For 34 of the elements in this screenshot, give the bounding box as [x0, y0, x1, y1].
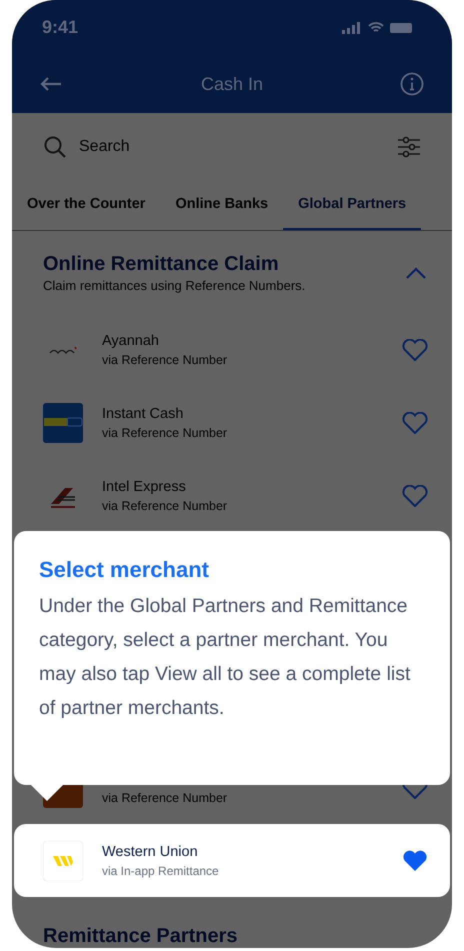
merchant-card[interactable]: Western Union via In-app Remittance [14, 824, 450, 897]
merchant-name: Ayannah [102, 332, 160, 350]
search-input[interactable]: Search [79, 135, 386, 159]
wifi-icon [368, 22, 384, 34]
section-title: Remittance Partners [43, 925, 238, 947]
merchant-method: via In-app Remittance [102, 862, 220, 880]
search-icon [43, 135, 67, 159]
merchant-name: Instant Cash [102, 404, 184, 424]
merchant-name: Intel Express [102, 478, 187, 496]
logo-icon [43, 402, 83, 442]
tooltip-text: Under the Global Partners and Remittance category, select a partner merchant. You may also tap View all to see a complete list of partner merchants. [39, 594, 412, 721]
merchant-method: via Reference Number [102, 352, 228, 368]
tab[interactable]: Over the Counter [12, 181, 160, 230]
logo-icon [43, 840, 83, 880]
merchant-method: via Reference Number [102, 424, 228, 442]
info-icon[interactable] [400, 72, 424, 96]
chevron-icon[interactable] [406, 267, 426, 279]
filter-icon[interactable] [398, 136, 420, 158]
logo-icon [49, 346, 77, 354]
merchant-row[interactable]: Ayannah via Reference Number [12, 313, 452, 386]
merchant-row[interactable]: Intel Express via Reference Number [12, 459, 452, 532]
screen-title: Cash In [200, 72, 264, 96]
section-title: Online Remittance Claim [43, 252, 280, 277]
tab[interactable]: Online Banks [160, 181, 284, 230]
battery-icon [390, 22, 414, 34]
signal-icon [342, 22, 362, 34]
tooltip-title: Select merchant [39, 556, 210, 584]
merchant-row[interactable]: Instant Cash via Reference Number [12, 386, 452, 459]
merchant-method: via Reference Number [102, 498, 228, 514]
merchant-name: Western Union [102, 842, 199, 862]
merchant-method: via Reference Number [102, 790, 228, 806]
section-subtitle: Claim remittances using Reference Numbers. [43, 277, 306, 295]
tab[interactable]: Global Partners [283, 181, 422, 230]
status-time: 9:41 [42, 16, 78, 39]
